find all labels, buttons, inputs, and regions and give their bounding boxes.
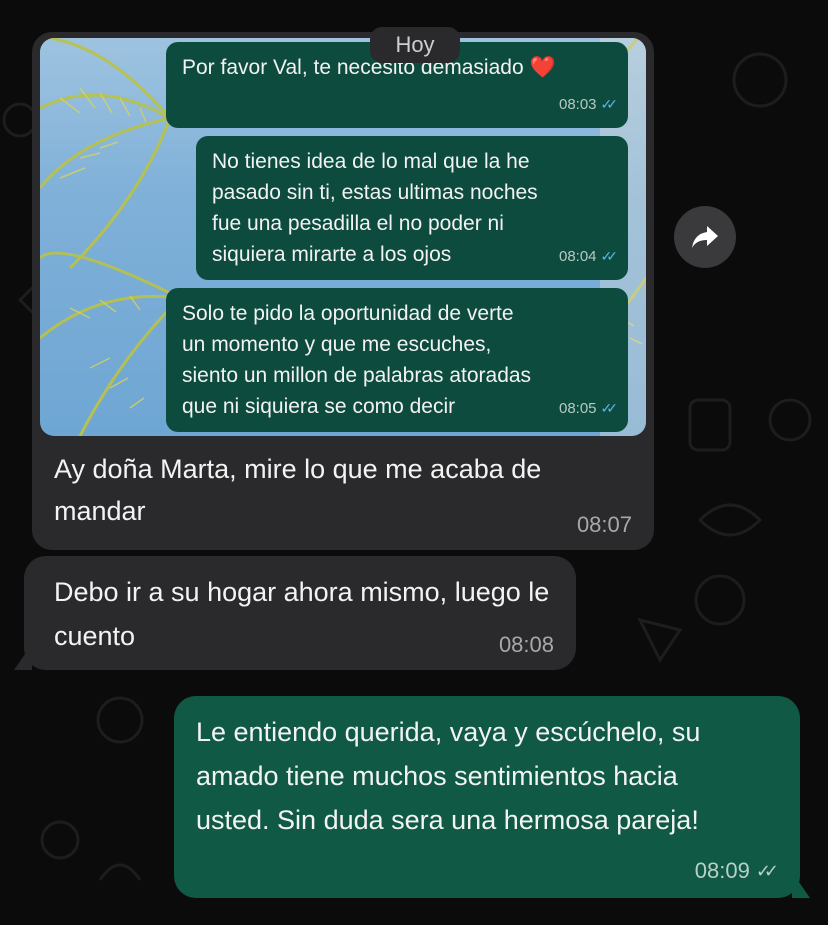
date-divider: Hoy xyxy=(370,27,460,63)
double-check-icon: ✓✓ xyxy=(755,860,779,881)
inner-message-3: Solo te pido la oportunidad de verte un … xyxy=(166,288,628,432)
inner-message-text: Solo te pido la oportunidad de verte un … xyxy=(182,302,532,418)
outgoing-message-bubble[interactable]: Le entiendo querida, vaya y escúchelo, s… xyxy=(174,696,800,898)
inner-message-time: 08:04 ✓✓ xyxy=(559,241,619,272)
forward-icon xyxy=(692,226,718,248)
inner-message-time: 08:05 ✓✓ xyxy=(559,393,619,424)
image-caption: Ay doña Marta, mire lo que me acaba de m… xyxy=(54,454,542,526)
image-message-bubble[interactable]: Por favor Val, te necesito demasiado ❤️ … xyxy=(32,32,654,550)
message-time-row: 08:09 ✓✓ xyxy=(694,858,779,884)
incoming-message-bubble[interactable]: Debo ir a su hogar ahora mismo, luego le… xyxy=(24,556,576,670)
double-check-icon: ✓✓ xyxy=(600,400,619,416)
inner-message-text: No tienes idea de lo mal que la he pasad… xyxy=(212,150,538,266)
screenshot-image[interactable]: Por favor Val, te necesito demasiado ❤️ … xyxy=(40,38,646,436)
message-time: 08:08 xyxy=(498,632,554,657)
bubble-tail xyxy=(14,644,32,670)
double-check-icon: ✓✓ xyxy=(600,96,619,112)
message-time: 08:07 xyxy=(576,512,632,537)
forward-button[interactable] xyxy=(674,206,736,268)
double-check-icon: ✓✓ xyxy=(600,248,619,264)
bubble-tail xyxy=(792,872,810,898)
message-time: 08:09 xyxy=(694,858,750,883)
message-text: Le entiendo querida, vaya y escúchelo, s… xyxy=(196,717,701,835)
inner-message-2: No tienes idea de lo mal que la he pasad… xyxy=(196,136,628,280)
inner-message-time: 08:03 ✓✓ xyxy=(559,89,619,120)
message-text: Debo ir a su hogar ahora mismo, luego le… xyxy=(54,577,550,651)
